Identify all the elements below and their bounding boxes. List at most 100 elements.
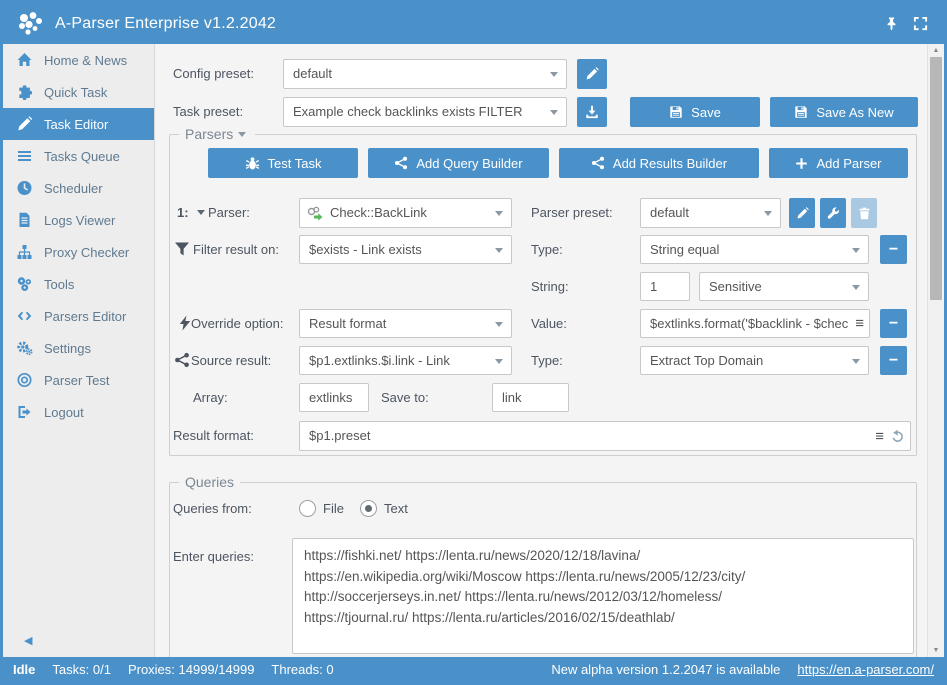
filter-icon <box>174 241 190 257</box>
sidebar-item-tools[interactable]: Tools <box>3 268 154 300</box>
tools-icon <box>16 276 34 292</box>
floppy-icon <box>794 105 808 119</box>
sidebar-item-settings[interactable]: Settings <box>3 332 154 364</box>
save-as-new-button[interactable]: Save As New <box>770 97 918 127</box>
edit-parser-preset-button[interactable] <box>789 198 815 228</box>
chevron-down-icon <box>852 248 860 253</box>
task-preset-label: Task preset: <box>173 97 243 126</box>
trash-icon <box>858 207 871 220</box>
add-parser-button[interactable]: Add Parser <box>769 148 908 178</box>
pin-icon[interactable] <box>884 16 899 32</box>
chevron-down-icon <box>550 72 558 77</box>
undo-icon[interactable] <box>890 429 905 444</box>
clock-icon <box>16 180 34 196</box>
override-value-input[interactable]: $extlinks.format('$backlink - $chec ≡ <box>640 309 870 338</box>
queries-from-text-radio[interactable] <box>360 500 377 517</box>
sidebar-item-tasks-queue[interactable]: Tasks Queue <box>3 140 154 172</box>
parser-label[interactable]: Parser: <box>197 198 250 227</box>
test-task-button[interactable]: Test Task <box>208 148 358 178</box>
parser-preset-label: Parser preset: <box>531 198 613 227</box>
array-label: Array: <box>193 383 228 412</box>
chevron-down-icon <box>495 322 503 327</box>
remove-filter-button[interactable]: − <box>880 235 907 264</box>
remove-source-button[interactable]: − <box>880 346 907 375</box>
task-preset-select[interactable]: Example check backlinks exists FILTER <box>283 97 567 127</box>
title-bar: A-Parser Enterprise v1.2.2042 <box>3 3 944 44</box>
scroll-up-icon[interactable]: ▲ <box>928 47 944 54</box>
wrench-icon <box>827 207 840 220</box>
queries-from-file-radio[interactable] <box>299 500 316 517</box>
parser-select[interactable]: Check::BackLink <box>299 198 512 228</box>
sidebar-item-scheduler[interactable]: Scheduler <box>3 172 154 204</box>
queries-from-text-label[interactable]: Text <box>384 494 408 523</box>
override-option-label: Override option: <box>191 309 284 338</box>
template-menu-icon[interactable]: ≡ <box>875 429 884 444</box>
update-link[interactable]: https://en.a-parser.com/ <box>797 662 934 677</box>
filter-string-label: String: <box>531 272 569 301</box>
fullscreen-icon[interactable] <box>913 16 928 31</box>
filter-result-label: Filter result on: <box>193 235 279 264</box>
sidebar-item-parser-test[interactable]: Parser Test <box>3 364 154 396</box>
share-icon <box>174 352 190 368</box>
delete-parser-button[interactable] <box>851 198 877 228</box>
share-icon <box>394 156 408 170</box>
chevron-down-icon <box>197 210 205 215</box>
queries-from-file-label[interactable]: File <box>323 494 344 523</box>
chevron-down-icon <box>495 248 503 253</box>
status-bar: Idle Tasks: 0/1 Proxies: 14999/14999 Thr… <box>3 657 944 682</box>
scroll-down-icon[interactable]: ▼ <box>928 647 944 654</box>
chevron-down-icon <box>550 110 558 115</box>
parser-options-button[interactable] <box>820 198 846 228</box>
parsers-legend[interactable]: Parsers <box>179 125 255 143</box>
status-threads: Threads: 0 <box>271 662 333 677</box>
queries-textarea[interactable]: https://fishki.net/ https://lenta.ru/new… <box>292 538 914 654</box>
pencil-icon <box>16 116 34 132</box>
remove-override-button[interactable]: − <box>880 309 907 338</box>
config-preset-label: Config preset: <box>173 59 254 88</box>
config-preset-select[interactable]: default <box>283 59 567 89</box>
vertical-scrollbar[interactable]: ▲ ▼ <box>927 44 944 657</box>
save-button[interactable]: Save <box>630 97 760 127</box>
queries-legend: Queries <box>179 473 240 491</box>
queries-from-label: Queries from: <box>173 494 252 523</box>
sidebar-item-logs-viewer[interactable]: Logs Viewer <box>3 204 154 236</box>
sidebar-collapse-icon[interactable]: ◀ <box>24 634 32 647</box>
add-query-builder-button[interactable]: Add Query Builder <box>368 148 549 178</box>
export-task-preset-button[interactable] <box>577 97 607 127</box>
result-format-input[interactable]: $p1.preset ≡ <box>299 421 911 451</box>
parser-preset-select[interactable]: default <box>640 198 781 228</box>
status-proxies: Proxies: 14999/14999 <box>128 662 254 677</box>
chevron-down-icon <box>852 359 860 364</box>
sidebar-item-proxy-checker[interactable]: Proxy Checker <box>3 236 154 268</box>
parser-row-index: 1: <box>177 198 189 227</box>
home-icon <box>16 52 34 68</box>
filter-string-input[interactable] <box>640 272 690 301</box>
scrollbar-thumb[interactable] <box>930 57 942 300</box>
puzzle-icon <box>16 84 34 100</box>
chevron-down-icon <box>764 211 772 216</box>
plus-icon <box>795 157 808 170</box>
save-to-label: Save to: <box>381 383 429 412</box>
sidebar-item-quick-task[interactable]: Quick Task <box>3 76 154 108</box>
sidebar-item-home-news[interactable]: Home & News <box>3 44 154 76</box>
source-type-select[interactable]: Extract Top Domain <box>640 346 869 375</box>
source-result-select[interactable]: $p1.extlinks.$i.link - Link <box>299 346 512 375</box>
filter-type-select[interactable]: String equal <box>640 235 869 264</box>
chevron-down-icon <box>495 359 503 364</box>
sidebar-item-parsers-editor[interactable]: Parsers Editor <box>3 300 154 332</box>
sidebar-item-logout[interactable]: Logout <box>3 396 154 428</box>
source-result-label: Source result: <box>191 346 271 375</box>
update-notice: New alpha version 1.2.2047 is available <box>551 662 780 677</box>
add-results-builder-button[interactable]: Add Results Builder <box>559 148 759 178</box>
edit-config-preset-button[interactable] <box>577 59 607 89</box>
filter-result-select[interactable]: $exists - Link exists <box>299 235 512 264</box>
app-title: A-Parser Enterprise v1.2.2042 <box>55 15 276 33</box>
backlink-icon <box>306 206 323 222</box>
override-option-select[interactable]: Result format <box>299 309 512 338</box>
filter-case-select[interactable]: Sensitive <box>699 272 869 301</box>
sidebar-item-task-editor[interactable]: Task Editor <box>3 108 154 140</box>
save-to-input[interactable] <box>492 383 569 412</box>
array-input[interactable] <box>299 383 369 412</box>
template-menu-icon[interactable]: ≡ <box>855 316 864 331</box>
result-format-label: Result format: <box>173 421 254 450</box>
